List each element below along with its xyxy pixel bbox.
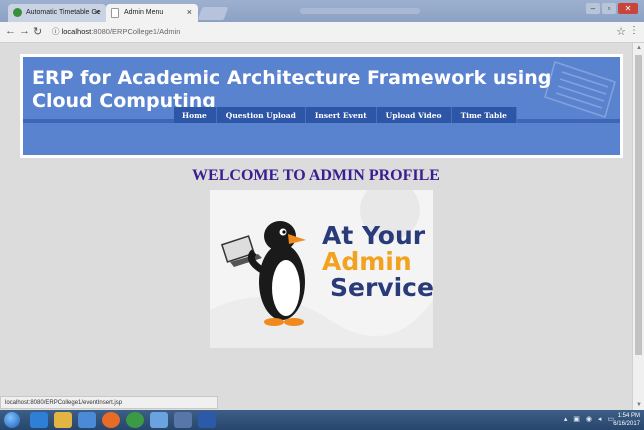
chrome-icon[interactable] [126,412,144,428]
info-icon[interactable]: ⓘ [52,27,60,36]
browser-titlebar: Automatic Timetable Ge × Admin Menu × – … [0,0,644,22]
page-viewport: ERP for Academic Architecture Framework … [0,43,632,410]
image-text-line1: At Your [322,221,426,250]
browser-tab-admin-menu[interactable]: Admin Menu × [106,4,198,22]
new-tab-button[interactable] [197,7,229,20]
maximize-button[interactable]: ▫ [602,3,616,14]
forward-arrow-icon[interactable]: → [19,25,30,37]
firefox-icon[interactable] [102,412,120,428]
window-title-blur [300,8,420,14]
bookmark-star-icon[interactable]: ☆ [616,25,626,38]
nav-time-table[interactable]: Time Table [451,107,517,123]
system-tray-icons[interactable]: ▴ ▣ ◉ ◂ ▭ [564,415,616,423]
close-window-button[interactable]: ✕ [618,3,638,14]
ie-icon[interactable] [30,412,48,428]
site-header: ERP for Academic Architecture Framework … [20,54,623,158]
close-tab-icon[interactable]: × [187,7,192,17]
image-text-line2: Admin [322,247,412,276]
reload-icon[interactable]: ↻ [33,25,42,38]
media-icon[interactable] [78,412,96,428]
browser-tab-timetable[interactable]: Automatic Timetable Ge × [8,4,106,22]
app-icon[interactable] [150,412,168,428]
tab-label: Admin Menu [124,9,164,16]
status-url: localhost:8080/ERPCollege1/eventInsert.j… [0,396,218,409]
nav-upload-video[interactable]: Upload Video [376,107,452,123]
url-host: localhost [61,27,92,36]
chrome-favicon-icon [13,8,22,17]
close-tab-icon[interactable]: × [95,7,100,17]
tab-label: Automatic Timetable Ge [26,9,101,16]
vertical-scrollbar[interactable]: ▲ ▼ [632,43,644,410]
scroll-thumb[interactable] [635,55,642,355]
page-icon [111,8,119,18]
nav-insert-event[interactable]: Insert Event [305,107,377,123]
minimize-button[interactable]: – [586,3,600,14]
admin-service-image: At Your Admin Service [210,190,433,348]
welcome-heading: WELCOME TO ADMIN PROFILE [192,167,440,184]
main-nav: Home Question Upload Insert Event Upload… [174,107,517,123]
url-input[interactable]: ⓘ localhost:8080/ERPCollege1/Admin [52,26,180,37]
scroll-up-icon[interactable]: ▲ [636,45,642,51]
clock-time: 1:54 PM [617,413,640,419]
nav-question-upload[interactable]: Question Upload [216,107,306,123]
word-icon[interactable] [198,412,216,428]
url-path: :8080/ERPCollege1/Admin [91,27,181,36]
clock-date: 6/16/2017 [613,421,640,427]
virtualbox-icon[interactable] [174,412,192,428]
window-controls: – ▫ ✕ [586,3,638,14]
address-bar: ← → ↻ ⓘ localhost:8080/ERPCollege1/Admin… [0,22,644,43]
scroll-down-icon[interactable]: ▼ [636,402,642,408]
nav-home[interactable]: Home [174,107,217,123]
back-arrow-icon[interactable]: ← [5,25,16,37]
header-decoration [544,61,616,118]
image-text-line3: Service [330,273,433,302]
browser-menu-icon[interactable]: ⋮ [629,25,639,36]
folder-icon[interactable] [54,412,72,428]
start-button[interactable] [4,412,20,428]
windows-taskbar: ▴ ▣ ◉ ◂ ▭ 1:54 PM 6/16/2017 [0,410,644,430]
taskbar-clock[interactable]: 1:54 PM 6/16/2017 [613,412,640,428]
